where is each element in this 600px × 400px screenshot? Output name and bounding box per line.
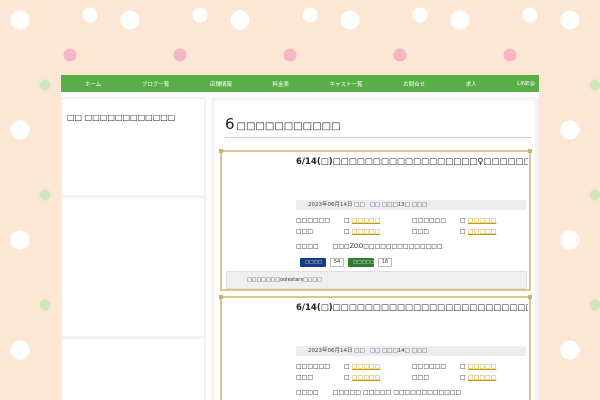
info-value-link[interactable]: □□□□□ — [468, 228, 528, 235]
info-mark: □ — [344, 217, 350, 224]
info-value-link[interactable]: □□□□□ — [352, 363, 412, 370]
article-card: 6/14(□)□□□□□□□□□□□□□□□□□□♀□□□□□□□□□□□□□□… — [219, 149, 532, 291]
sidebar: □□ □□□□□□□□□□□□ — [61, 97, 206, 400]
content-panel: 6 □□□□□□□□□□□ 6/14(□)□□□□□□□□□□□□□□□□□□♀… — [215, 101, 535, 400]
article-title[interactable]: 6/14(□)□□□□□□□□□□□□□□□□□□♀□□□□□□□□□□□□□□… — [296, 156, 528, 198]
info-mark: □ — [344, 363, 350, 370]
share-badges: □□□□ 54 □□□□□ 16 — [300, 258, 392, 267]
views-label: □□ — [369, 348, 381, 354]
views-text: □□□14□ □□□ — [382, 348, 428, 354]
info-mark: □ — [460, 374, 466, 381]
article-thumbnail[interactable] — [226, 302, 292, 400]
nav-item-blog[interactable]: ブログ一覧 — [142, 80, 170, 88]
article-card: 6/14(□)□□□□□□□□□□□□□□□□□□□□□□□□□□□□□□M□□… — [219, 295, 532, 400]
nav-item-shop[interactable]: 店舗情報 — [210, 80, 232, 88]
category-number: 6 — [225, 115, 235, 133]
area-value: □□□□□ □□□□□ □□□□□□□□□□□□ — [332, 389, 462, 396]
corner-ornament — [528, 295, 532, 299]
article-author[interactable]: □□ — [354, 202, 364, 208]
info-mark: □ — [460, 217, 466, 224]
nav-item-price[interactable]: 料金表 — [272, 80, 289, 88]
article-author[interactable]: □□ — [354, 348, 364, 354]
info-row: □□□□□□ □ □□□□□ □□□□□□ □ □□□□□ — [296, 361, 528, 372]
info-row: □□□□□□ □ □□□□□ □□□□□□ □ □□□□□ — [296, 215, 528, 226]
article-title[interactable]: 6/14(□)□□□□□□□□□□□□□□□□□□□□□□□□□□□□□□M□□… — [296, 302, 528, 344]
info-label: □□□□□□ — [412, 217, 447, 224]
article-thumbnail[interactable] — [226, 156, 292, 256]
sidebar-widget — [63, 339, 204, 400]
info-row: □□□ □ □□□□□ □□□ □ □□□□□ — [296, 226, 528, 237]
like-button[interactable]: □□□□□ — [348, 258, 374, 267]
corner-ornament — [528, 149, 532, 153]
article-info: □□□□□□ □ □□□□□ □□□□□□ □ □□□□□ □□□ □ □□□□… — [296, 361, 528, 383]
info-label: □□□ — [412, 228, 430, 235]
info-label: □□□□□□ — [296, 363, 331, 370]
area-row: □□□□ □□□□□ □□□□□ □□□□□□□□□□□□ — [296, 389, 461, 396]
nav-item-cast[interactable]: キャスト一覧 — [330, 80, 363, 88]
article-date: 2023年06月14日 — [308, 202, 353, 208]
info-label: □□□ — [412, 374, 430, 381]
area-label: □□□□ — [296, 243, 319, 250]
area-value: □□□ZOO□□□□□□□□□□□□□□ — [332, 243, 443, 250]
info-value-link[interactable]: □□□□□ — [468, 374, 528, 381]
info-label: □□□ — [296, 228, 314, 235]
info-mark: □ — [460, 363, 466, 370]
corner-ornament — [219, 295, 223, 299]
info-mark: □ — [460, 228, 466, 235]
info-row: □□□ □ □□□□□ □□□ □ □□□□□ — [296, 372, 528, 383]
info-label: □□□□□□ — [412, 363, 447, 370]
nav-item-home[interactable]: ホーム — [85, 80, 101, 88]
category-name: □□□□□□□□□□□ — [236, 121, 341, 132]
views-label: □□ — [369, 202, 381, 208]
info-value-link[interactable]: □□□□□ — [468, 363, 528, 370]
article-date: 2023年06月14日 — [308, 348, 353, 354]
info-value-link[interactable]: □□□□□ — [352, 374, 412, 381]
area-label: □□□□ — [296, 389, 319, 396]
info-value-link[interactable]: □□□□□ — [352, 217, 412, 224]
category-heading: 6 □□□□□□□□□□□ — [225, 115, 531, 138]
info-value-link[interactable]: □□□□□ — [468, 217, 528, 224]
views-text: □□□13□ □□□ — [382, 202, 428, 208]
area-row: □□□□ □□□ZOO□□□□□□□□□□□□□□ — [296, 243, 443, 250]
info-mark: □ — [344, 374, 350, 381]
sidebar-widget-title: □□ □□□□□□□□□□□□ — [67, 113, 176, 122]
article-meta: 2023年06月14日 □□ □□ □□□14□ □□□ — [296, 346, 526, 356]
share-count: 54 — [330, 258, 344, 267]
sidebar-widget: □□ □□□□□□□□□□□□ — [63, 99, 204, 195]
corner-ornament — [219, 149, 223, 153]
nav-item-recruit[interactable]: 求人 — [466, 80, 477, 88]
main-content: 6 □□□□□□□□□□□ 6/14(□)□□□□□□□□□□□□□□□□□□♀… — [211, 97, 539, 400]
article-info: □□□□□□ □ □□□□□ □□□□□□ □ □□□□□ □□□ □ □□□□… — [296, 215, 528, 237]
nav-item-line[interactable]: LINE@ — [517, 81, 535, 87]
main-navigation: ホーム ブログ一覧 店舗情報 料金表 キャスト一覧 お問合せ 求人 LINE@ — [61, 75, 539, 92]
info-label: □□□ — [296, 374, 314, 381]
info-value-link[interactable]: □□□□□ — [352, 228, 412, 235]
info-label: □□□□□□ — [296, 217, 331, 224]
share-button[interactable]: □□□□ — [300, 258, 326, 267]
like-count: 16 — [378, 258, 392, 267]
info-mark: □ — [344, 228, 350, 235]
sidebar-widget — [63, 198, 204, 336]
article-meta: 2023年06月14日 □□ □□ □□□13□ □□□ — [296, 200, 526, 210]
article-footer: □□□□□□□oolestars□□□□ — [226, 271, 527, 289]
nav-item-contact[interactable]: お問合せ — [403, 80, 425, 88]
